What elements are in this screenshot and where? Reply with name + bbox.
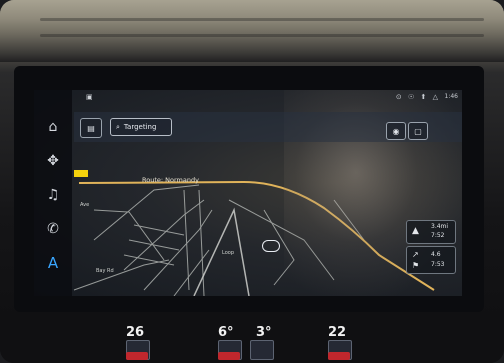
fan-up-button[interactable] bbox=[250, 340, 274, 360]
side-nav: ⌂ ✥ ♫ ✆ A bbox=[34, 90, 72, 296]
list-icon: ▤ bbox=[87, 123, 95, 133]
route-icon: ↗ bbox=[412, 250, 419, 259]
small-road-label: Bay Rd bbox=[96, 268, 114, 274]
left-temperature: 26 bbox=[126, 325, 145, 340]
destination-flag-icon bbox=[74, 170, 88, 177]
compass-button[interactable]: ◉ bbox=[386, 122, 406, 140]
road-label: Route: Normandy bbox=[142, 176, 199, 184]
eta-time: 7:53 bbox=[431, 261, 445, 268]
dashboard-trim bbox=[0, 0, 504, 62]
apps-icon[interactable]: A bbox=[44, 254, 62, 272]
navigation-icon[interactable]: ✥ bbox=[44, 152, 62, 170]
map-settings-button[interactable]: ▢ bbox=[408, 122, 428, 140]
eta-distance: 4.6 bbox=[431, 251, 441, 258]
small-road-label: Loop bbox=[222, 250, 234, 256]
left-fan-value: 6° bbox=[218, 325, 234, 340]
maneuver-panel[interactable]: ▲ 3.4mi 7:52 bbox=[406, 220, 456, 244]
signal-icon: ▣ bbox=[86, 93, 93, 101]
home-icon[interactable]: ⌂ bbox=[44, 118, 62, 136]
status-icons: ⊙ ☉ ⬆ △ bbox=[395, 93, 440, 101]
maneuver-time: 7:52 bbox=[431, 232, 445, 239]
search-label: Targeting bbox=[123, 123, 157, 131]
warning-icon: ▲ bbox=[412, 226, 419, 236]
maneuver-distance: 3.4mi bbox=[431, 223, 449, 230]
vehicle-position-icon bbox=[262, 240, 280, 252]
music-icon[interactable]: ♫ bbox=[44, 186, 62, 204]
compass-icon: ◉ bbox=[392, 126, 400, 136]
right-fan-value: 3° bbox=[256, 325, 272, 340]
eta-panel[interactable]: ↗ ⚑ 4.6 7:53 bbox=[406, 246, 456, 274]
clock: 1:46 bbox=[444, 93, 458, 100]
heat-indicator bbox=[126, 352, 148, 360]
trim-line bbox=[40, 34, 484, 37]
heat-indicator bbox=[218, 352, 240, 360]
flag-icon: ⚑ bbox=[412, 261, 420, 270]
trim-line bbox=[40, 18, 484, 21]
right-temperature: 22 bbox=[328, 325, 347, 340]
car-dashboard-photo: Route: Normandy Ave Bay Rd Loop ▣ ⊙ ☉ ⬆ … bbox=[0, 0, 504, 363]
search-icon: ⌕ bbox=[116, 122, 120, 131]
square-icon: ▢ bbox=[414, 126, 422, 136]
menu-button[interactable]: ▤ bbox=[80, 118, 102, 138]
search-button[interactable]: ⌕ Targeting bbox=[110, 118, 172, 136]
phone-icon[interactable]: ✆ bbox=[44, 220, 62, 238]
infotainment-screen: Route: Normandy Ave Bay Rd Loop ▣ ⊙ ☉ ⬆ … bbox=[34, 90, 462, 296]
small-road-label: Ave bbox=[80, 202, 90, 208]
heat-indicator bbox=[328, 352, 350, 360]
